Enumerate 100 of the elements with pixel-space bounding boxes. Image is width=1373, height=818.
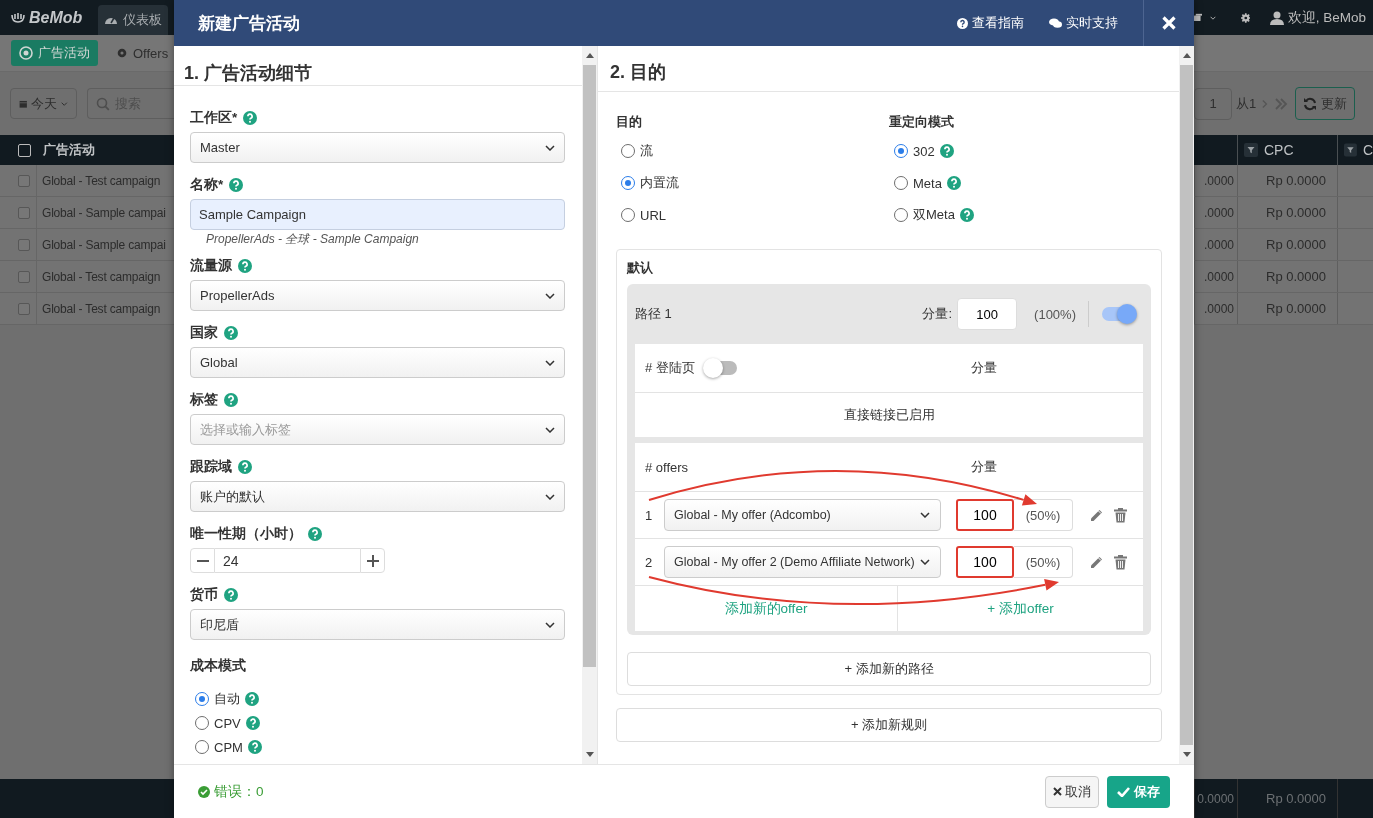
table-cell: Rp 0.0000	[1266, 173, 1326, 188]
option-label: 自动	[214, 690, 240, 708]
option-label: URL	[640, 207, 666, 223]
help-icon[interactable]	[946, 176, 961, 190]
decrement-button[interactable]	[190, 548, 215, 573]
help-icon[interactable]	[238, 259, 252, 273]
trash-icon[interactable]	[1114, 507, 1127, 523]
weight-field[interactable]: 100	[956, 546, 1014, 578]
option-label: Meta	[913, 175, 942, 191]
row-checkbox[interactable]	[18, 238, 30, 251]
help-icon[interactable]	[224, 588, 238, 602]
field-label: 目的	[616, 113, 643, 131]
cancel-button[interactable]: 取消	[1045, 775, 1099, 808]
pencil-icon[interactable]	[1089, 507, 1104, 523]
filter-icon	[1344, 143, 1357, 157]
text-field[interactable]: Sample Campaign	[190, 199, 565, 230]
help-icon[interactable]	[229, 178, 244, 192]
total-cell: 0.0000	[1197, 791, 1234, 806]
plus-icon	[366, 554, 379, 567]
user-greeting[interactable]: 欢迎, BeMob	[1287, 8, 1366, 27]
radio-button[interactable]	[621, 176, 635, 190]
column-header[interactable]: 广告活动	[43, 141, 95, 159]
radio-button[interactable]	[195, 740, 209, 754]
radio-button[interactable]	[894, 208, 908, 222]
chevron-down-icon	[1210, 14, 1217, 21]
help-icon[interactable]	[247, 740, 262, 754]
logo[interactable]: BeMob	[10, 8, 90, 27]
help-icon[interactable]	[224, 393, 238, 407]
scrollbar[interactable]	[582, 46, 597, 764]
header-checkbox[interactable]	[18, 143, 31, 157]
header-link[interactable]: 实时支持	[1049, 14, 1118, 32]
error-count: 错误：0	[214, 782, 264, 801]
weight-field[interactable]: 100	[956, 499, 1014, 531]
header-link[interactable]: 查看指南	[957, 14, 1024, 32]
weight-field[interactable]: 100	[957, 298, 1018, 330]
column-header: # offers	[645, 459, 690, 475]
offer-select[interactable]: Global - My offer 2 (Demo Affiliate Network)	[664, 546, 941, 578]
offer-select[interactable]: Global - My offer (Adcombo)	[664, 499, 941, 531]
radio-button[interactable]	[621, 208, 635, 222]
select-field[interactable]: 账户的默认	[190, 481, 565, 512]
help-icon[interactable]	[245, 716, 260, 730]
select-field[interactable]: 印尼盾	[190, 609, 565, 640]
rule-title: 默认	[627, 259, 654, 277]
select-field[interactable]: Global	[190, 347, 565, 378]
option-label: CPV	[214, 715, 241, 731]
row-checkbox[interactable]	[18, 206, 30, 219]
radio-button[interactable]	[894, 176, 908, 190]
field-label: 成本模式	[190, 657, 246, 675]
radio-button[interactable]	[621, 144, 635, 158]
help-icon[interactable]	[243, 111, 258, 125]
field-hint: PropellerAds - 全球 - Sample Campaign	[206, 232, 419, 246]
field-label: 名称*	[190, 176, 224, 194]
row-checkbox[interactable]	[18, 174, 30, 187]
total-cell: Rp 0.0000	[1266, 791, 1326, 806]
column-header[interactable]: C	[1362, 142, 1373, 158]
page-count: 从1	[1236, 94, 1257, 113]
radio-button[interactable]	[195, 692, 209, 706]
chat-icon	[1049, 17, 1062, 29]
chevron-down-icon	[61, 100, 68, 107]
share-percent: (50%)	[1014, 546, 1073, 578]
toggle-switch[interactable]	[1101, 303, 1137, 325]
select-field[interactable]: Master	[190, 132, 565, 163]
help-icon[interactable]	[939, 144, 954, 158]
chevron-down-icon	[545, 292, 555, 299]
path-name: 路径 1	[635, 305, 673, 323]
field-label: 重定向模式	[889, 113, 955, 131]
nav-tab[interactable]: 仪表板	[98, 5, 168, 35]
row-number: 2	[645, 554, 654, 570]
select-field[interactable]: PropellerAds	[190, 280, 565, 311]
increment-button[interactable]	[360, 548, 385, 573]
help-icon[interactable]	[238, 460, 252, 474]
row-checkbox[interactable]	[18, 302, 30, 315]
number-field[interactable]: 24	[215, 548, 360, 573]
chevron-down-icon	[920, 559, 930, 565]
row-checkbox[interactable]	[18, 270, 30, 283]
help-icon[interactable]	[959, 208, 974, 222]
radio-button[interactable]	[195, 716, 209, 730]
radio-button[interactable]	[894, 144, 908, 158]
chevron-down-icon	[545, 493, 555, 500]
close-icon	[1162, 16, 1176, 30]
field-label: 标签	[190, 391, 218, 409]
table-cell: .0000	[1203, 301, 1234, 316]
add-rule-button[interactable]: + 添加新规则	[616, 708, 1162, 742]
chevron-down-icon	[545, 359, 555, 366]
trash-icon[interactable]	[1114, 554, 1127, 570]
toggle-switch[interactable]	[702, 357, 739, 379]
help-icon[interactable]	[308, 527, 322, 541]
help-icon[interactable]	[245, 692, 259, 706]
scrollbar[interactable]	[1179, 46, 1194, 764]
pencil-icon[interactable]	[1089, 554, 1104, 570]
field-label: 货币	[190, 586, 218, 604]
table-cell: .0000	[1203, 205, 1234, 220]
target-icon	[19, 46, 33, 60]
column-header[interactable]: CPC	[1264, 142, 1294, 158]
section-heading: 1. 广告活动细节	[174, 46, 582, 86]
nav-tab[interactable]: 广告活动	[11, 40, 98, 66]
modal-title: 新建广告活动	[197, 12, 301, 35]
help-icon[interactable]	[224, 326, 238, 340]
option-label: 双Meta	[913, 206, 955, 224]
add-path-button[interactable]: + 添加新的路径	[627, 652, 1151, 686]
